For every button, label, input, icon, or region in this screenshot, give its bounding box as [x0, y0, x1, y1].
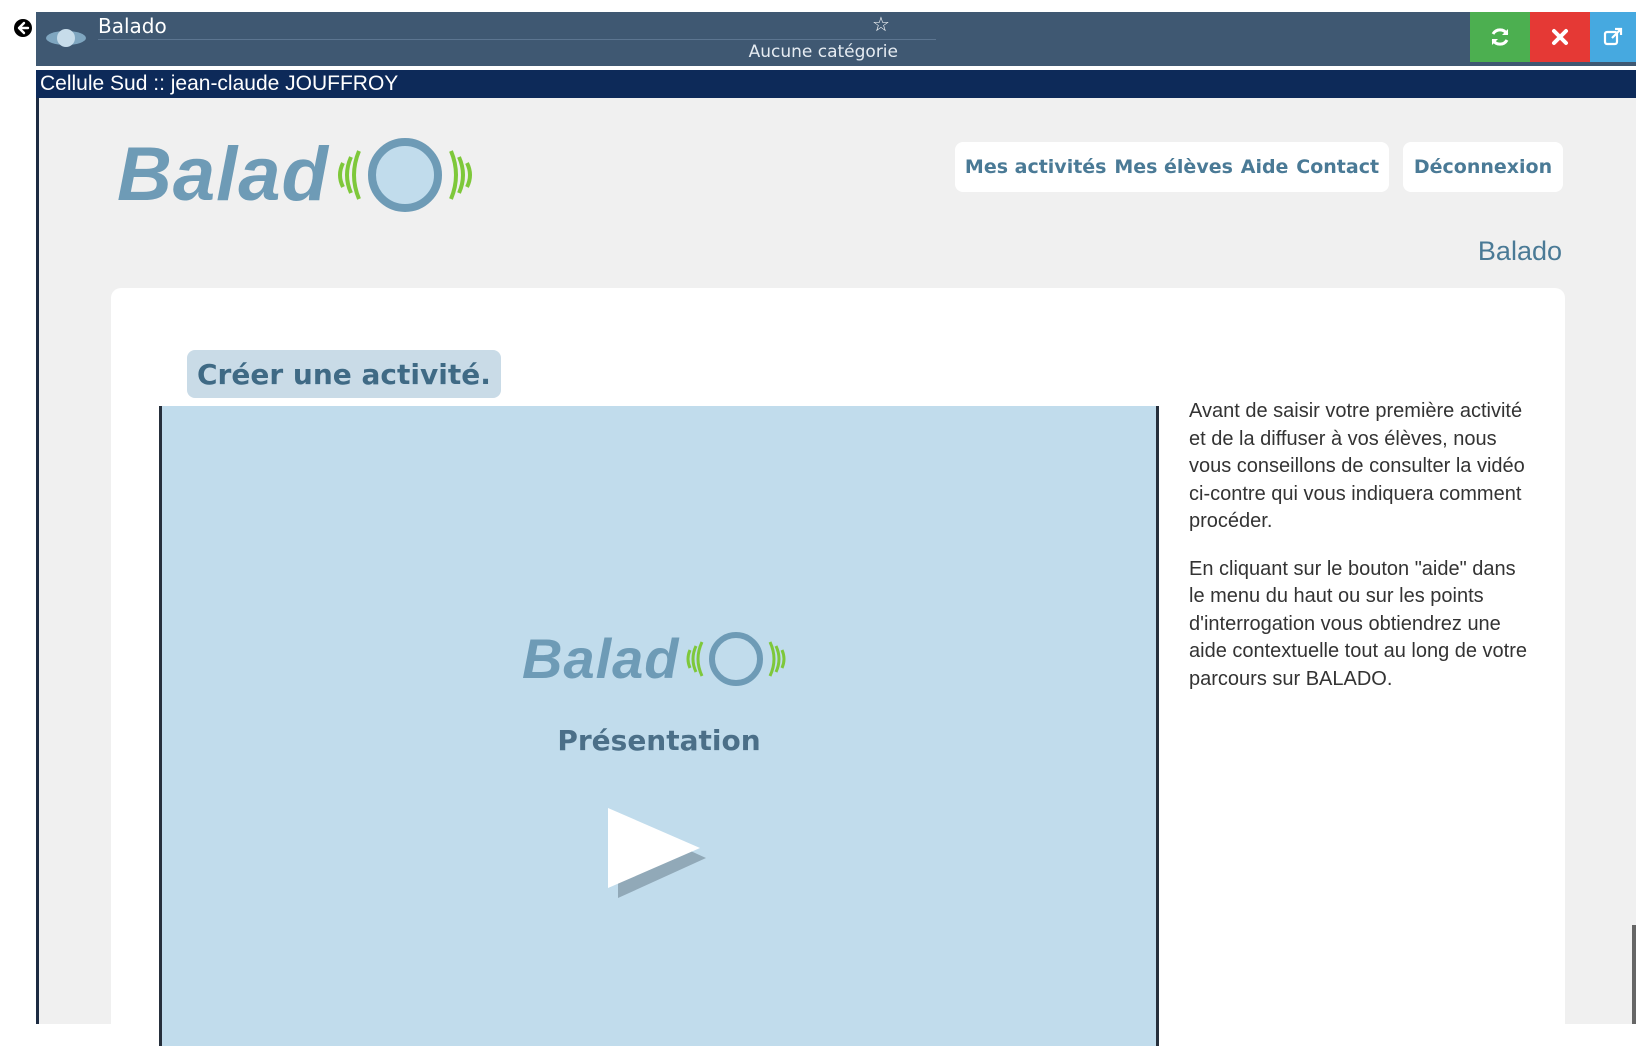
video-logo-text: Balad — [522, 627, 680, 690]
user-info: Cellule Sud :: jean-claude JOUFFROY — [40, 72, 399, 95]
video-logo-waves-icon — [686, 631, 785, 686]
help-paragraph: En cliquant sur le bouton "aide" dans le… — [1189, 557, 1528, 690]
help-paragraph: Avant de saisir votre première activité … — [1189, 400, 1525, 532]
title-divider — [98, 39, 936, 40]
main-panel: Créer une activité. Balad Présentation A… — [111, 288, 1565, 1048]
main-nav: Mes activités Mes élèves Aide Contact — [955, 142, 1389, 192]
nav-mes-activites[interactable]: Mes activités — [965, 156, 1107, 178]
user-bar: Cellule Sud :: jean-claude JOUFFROY — [36, 70, 1636, 98]
back-arrow-icon[interactable] — [13, 18, 33, 38]
app-title-bar: Balado ☆ Aucune catégorie — [36, 12, 1636, 66]
nav-contact[interactable]: Contact — [1296, 156, 1379, 178]
help-text: Avant de saisir votre première activité … — [1189, 398, 1529, 713]
presentation-video[interactable]: Balad Présentation — [159, 406, 1159, 1046]
page-content: Balad Mes activités Mes élèves Aide Cont… — [39, 98, 1636, 1048]
left-strip — [0, 0, 38, 1024]
category-label: Aucune catégorie — [748, 42, 898, 62]
page-title: Balado — [1477, 236, 1562, 266]
scrollbar[interactable] — [1632, 925, 1636, 1024]
logout-label: Déconnexion — [1413, 156, 1553, 178]
refresh-button[interactable] — [1470, 12, 1530, 62]
logout-button[interactable]: Déconnexion — [1403, 142, 1563, 192]
balado-logo[interactable]: Balad — [117, 131, 485, 218]
app-title: Balado — [98, 14, 167, 38]
video-logo: Balad — [522, 626, 796, 691]
nav-mes-eleves[interactable]: Mes élèves — [1114, 156, 1233, 178]
external-link-icon — [1603, 27, 1623, 46]
logo-text: Balad — [117, 132, 329, 217]
refresh-icon — [1491, 28, 1509, 46]
close-button[interactable] — [1530, 12, 1590, 62]
logo-waves-icon — [337, 137, 472, 212]
play-icon[interactable] — [604, 804, 714, 900]
star-icon[interactable]: ☆ — [872, 12, 890, 37]
create-activity-button[interactable]: Créer une activité. — [187, 350, 501, 398]
close-icon — [1552, 29, 1568, 45]
nav-aide[interactable]: Aide — [1241, 156, 1289, 178]
external-link-button[interactable] — [1590, 12, 1636, 62]
app-logo-icon — [46, 29, 86, 47]
video-caption: Présentation — [557, 724, 761, 757]
